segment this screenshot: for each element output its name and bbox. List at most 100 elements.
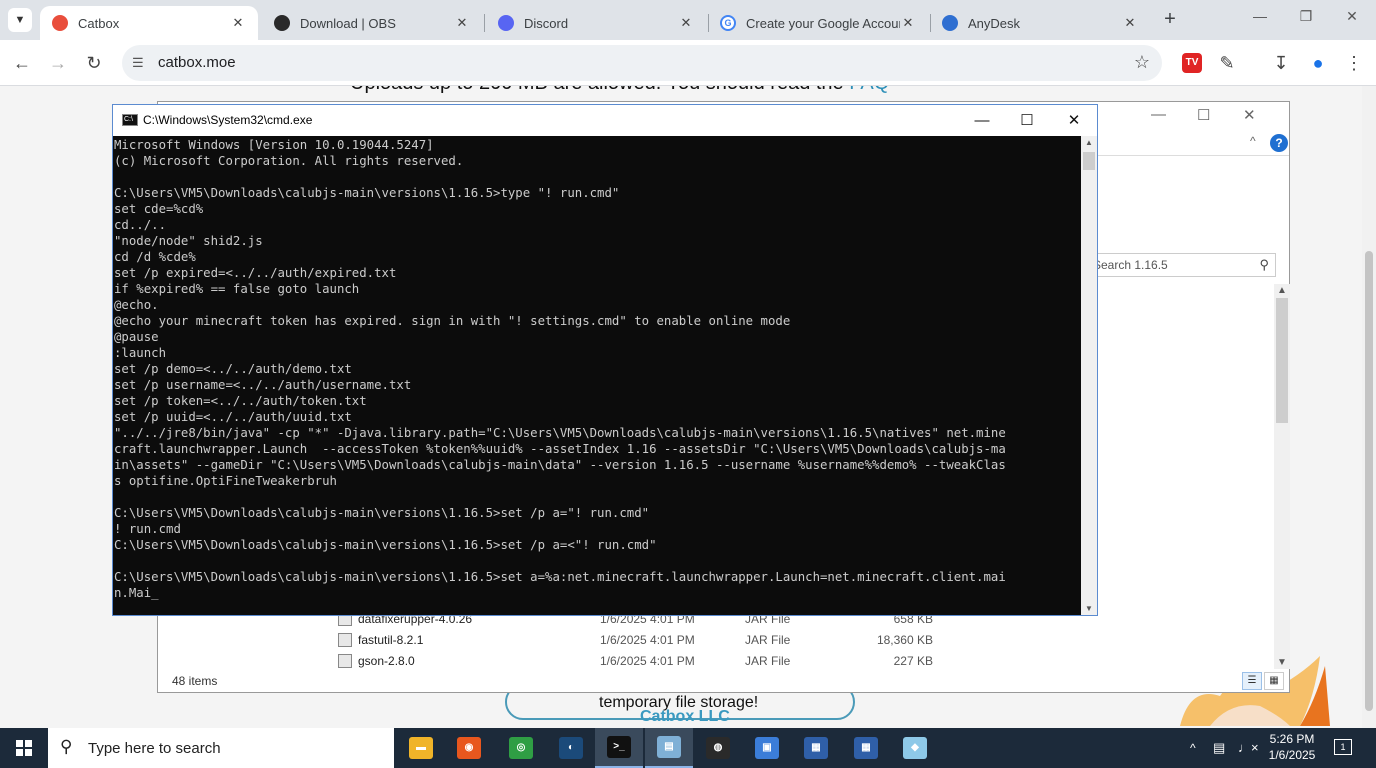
- restore-icon[interactable]: ❐: [1294, 8, 1318, 25]
- tab-catbox[interactable]: Catbox ✕: [40, 6, 258, 40]
- console-line: @echo your minecraft token has expired. …: [114, 314, 791, 328]
- system-clock[interactable]: 5:26 PM 1/6/2025: [1262, 731, 1322, 763]
- extensions-icon[interactable]: ✎: [1214, 50, 1240, 76]
- collapse-ribbon-icon[interactable]: ^: [1250, 134, 1256, 148]
- tab-anydesk[interactable]: AnyDesk ✕: [930, 6, 1150, 40]
- minimize-icon[interactable]: —: [1151, 106, 1166, 123]
- page-scrollbar[interactable]: [1362, 86, 1376, 728]
- close-window-icon[interactable]: ✕: [1340, 8, 1364, 25]
- tiles-view-icon[interactable]: ▦: [1264, 672, 1284, 690]
- item-count: 48 items: [172, 674, 218, 688]
- anydesk-icon: [942, 15, 958, 31]
- file-name: gson-2.8.0: [358, 654, 415, 668]
- help-icon[interactable]: ?: [1270, 134, 1288, 152]
- file-size: 18,360 KB: [876, 633, 933, 647]
- taskbar: ⚲ Type here to search ▬ ◉ ◎ ◐ >_ ▤ ◍ ▣ ▦ ▦ ◆ ^ ▤ ♩…: [0, 728, 1376, 768]
- url-text: catbox.moe: [158, 54, 236, 71]
- scroll-thumb[interactable]: [1276, 298, 1288, 423]
- maximize-icon[interactable]: ☐: [1004, 109, 1050, 133]
- tv-extension-icon[interactable]: TV: [1182, 53, 1202, 73]
- explorer-search-input[interactable]: Search 1.16.5 ⚲: [1088, 253, 1276, 277]
- tab-discord[interactable]: Discord ✕: [486, 6, 706, 40]
- explorer-scrollbar[interactable]: ▲ ▼: [1274, 284, 1290, 669]
- taskbar-search[interactable]: ⚲ Type here to search: [48, 728, 394, 768]
- file-date: 1/6/2025 4:01 PM: [600, 633, 695, 647]
- taskbar-app[interactable]: ▦: [792, 728, 840, 768]
- cmd-title-bar[interactable]: C:\ C:\Windows\System32\cmd.exe — ☐ ✕: [113, 105, 1097, 136]
- show-hidden-icons[interactable]: ^: [1190, 728, 1196, 768]
- clock-time: 5:26 PM: [1269, 732, 1315, 746]
- cmd-scrollbar[interactable]: ▲ ▼: [1081, 136, 1097, 615]
- new-tab-button[interactable]: +: [1160, 8, 1180, 32]
- close-icon[interactable]: ✕: [1051, 109, 1097, 133]
- file-row[interactable]: fastutil-8.2.1 1/6/2025 4:01 PM JAR File…: [338, 631, 958, 651]
- console-line: Microsoft Windows [Version 10.0.19044.52…: [114, 138, 434, 152]
- profile-icon[interactable]: ●: [1305, 50, 1331, 76]
- scroll-thumb[interactable]: [1365, 251, 1373, 711]
- tab-obs[interactable]: Download | OBS ✕: [262, 6, 482, 40]
- download-icon[interactable]: ↧: [1268, 50, 1294, 76]
- start-button[interactable]: [0, 728, 48, 768]
- file-size: 227 KB: [893, 654, 933, 668]
- console-line: @pause: [114, 330, 159, 344]
- minimize-icon[interactable]: —: [959, 109, 1005, 133]
- taskbar-app[interactable]: ▬: [397, 728, 445, 768]
- console-line: cd /d %cde%: [114, 250, 196, 264]
- close-icon[interactable]: ✕: [1122, 15, 1138, 31]
- console-line: C:\Users\VM5\Downloads\calubjs-main\vers…: [114, 186, 620, 200]
- taskbar-app[interactable]: >_: [595, 728, 643, 768]
- taskbar-app[interactable]: ◎: [497, 728, 545, 768]
- console-line: C:\Users\VM5\Downloads\calubjs-main\vers…: [114, 538, 657, 552]
- scroll-up-icon[interactable]: ▲: [1085, 138, 1093, 147]
- faq-link[interactable]: FAQ: [849, 86, 889, 94]
- close-icon[interactable]: ✕: [454, 15, 470, 31]
- page-heading: Uploads up to 200 MB are allowed. You sh…: [350, 86, 889, 95]
- scroll-up-icon[interactable]: ▲: [1277, 285, 1287, 296]
- console-line: set /p username=<../../auth/username.txt: [114, 378, 412, 392]
- close-icon[interactable]: ✕: [900, 15, 916, 31]
- file-row[interactable]: gson-2.8.0 1/6/2025 4:01 PM JAR File 227…: [338, 652, 958, 672]
- taskbar-app[interactable]: ◆: [891, 728, 939, 768]
- console-line: s optifine.OptiFineTweakerbruh: [114, 474, 337, 488]
- back-icon[interactable]: ←: [9, 50, 35, 76]
- minimize-icon[interactable]: —: [1248, 8, 1272, 24]
- details-view-icon[interactable]: ☰: [1242, 672, 1262, 690]
- bookmark-star-icon[interactable]: ☆: [1134, 52, 1150, 73]
- volume-muted-icon[interactable]: ♩×: [1238, 728, 1259, 768]
- menu-kebab-icon[interactable]: ⋮: [1341, 50, 1367, 76]
- taskbar-app[interactable]: ▣: [743, 728, 791, 768]
- site-info-icon[interactable]: ☰: [132, 55, 144, 71]
- console-line: n.Mai_: [114, 586, 159, 600]
- tab-google-account[interactable]: G Create your Google Account ✕: [708, 6, 928, 40]
- scroll-thumb[interactable]: [1083, 152, 1095, 170]
- address-bar[interactable]: ☰ catbox.moe ☆: [122, 45, 1162, 81]
- forward-icon[interactable]: →: [45, 50, 71, 76]
- close-icon[interactable]: ✕: [1243, 106, 1256, 124]
- taskbar-app[interactable]: ◍: [694, 728, 742, 768]
- taskbar-app[interactable]: ◐: [547, 728, 595, 768]
- maximize-icon[interactable]: ☐: [1197, 106, 1210, 124]
- notification-icon[interactable]: 1: [1334, 739, 1352, 755]
- taskbar-app[interactable]: ▤: [645, 728, 693, 768]
- tab-search-button[interactable]: ▼: [8, 8, 32, 32]
- taskbar-app[interactable]: ◉: [445, 728, 493, 768]
- remote-desktop-icon: ▣: [755, 737, 779, 759]
- taskbar-app[interactable]: ▦: [842, 728, 890, 768]
- search-icon[interactable]: ⚲: [1259, 257, 1269, 273]
- console-line: C:\Users\VM5\Downloads\calubjs-main\vers…: [114, 506, 650, 520]
- scroll-down-icon[interactable]: ▼: [1277, 657, 1287, 668]
- tab-label: Catbox: [78, 15, 120, 31]
- reload-icon[interactable]: ↻: [81, 50, 107, 76]
- scroll-down-icon[interactable]: ▼: [1085, 604, 1093, 613]
- console-line: set cde=%cd%: [114, 202, 204, 216]
- network-icon[interactable]: ▤: [1213, 728, 1225, 768]
- console-output[interactable]: Microsoft Windows [Version 10.0.19044.52…: [113, 136, 1081, 615]
- window-app-icon: ▦: [804, 737, 828, 759]
- paint-icon: ◆: [903, 737, 927, 759]
- footer-text: Catbox LLC: [640, 708, 730, 725]
- console-line: set /p demo=<../../auth/demo.txt: [114, 362, 352, 376]
- close-icon[interactable]: ✕: [230, 15, 246, 31]
- close-icon[interactable]: ✕: [678, 15, 694, 31]
- search-icon: ⚲: [60, 737, 73, 756]
